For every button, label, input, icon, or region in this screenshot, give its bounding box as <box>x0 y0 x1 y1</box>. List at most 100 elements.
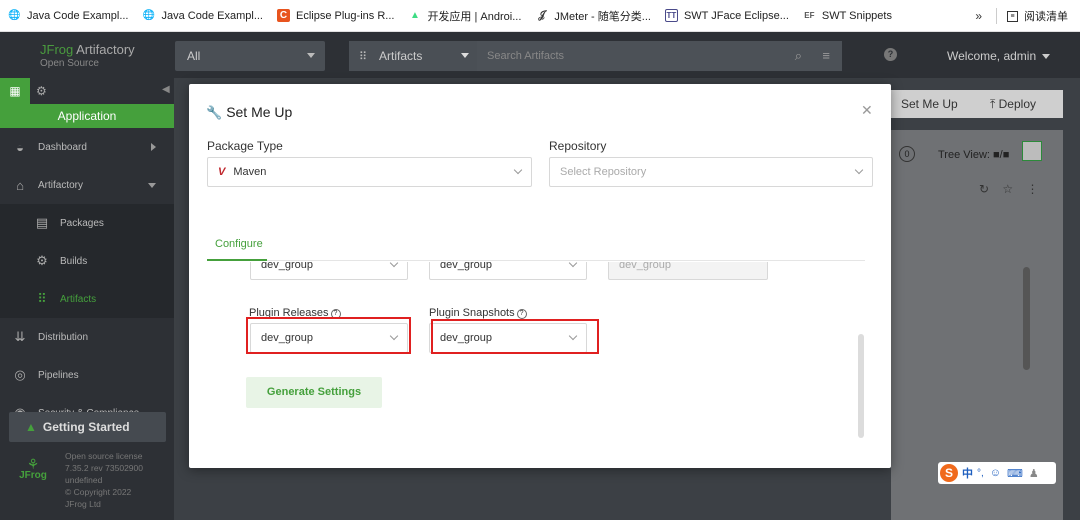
sidebar: ▦ ⚙ ◀ Application ◒ Dashboard ⌂ Artifact… <box>0 78 174 520</box>
bookmark-label: JMeter - 随笔分类... <box>554 10 651 23</box>
tt-icon: TT <box>664 9 678 22</box>
deploy-label: Deploy <box>998 97 1036 111</box>
tree-view-icon[interactable] <box>1022 141 1042 161</box>
user-menu[interactable]: Welcome, admin <box>947 49 1051 63</box>
bookmark-swt-jface[interactable]: TT SWT JFace Eclipse... <box>664 0 789 32</box>
brand-logo[interactable]: JFrog Artifactory Open Source <box>40 42 135 69</box>
modal-scrollbar[interactable] <box>858 334 864 438</box>
chevron-down-icon <box>568 262 578 268</box>
close-icon[interactable]: ✕ <box>861 102 873 119</box>
search-icon[interactable]: ⌕ <box>795 48 802 64</box>
brand-jfrog: JFrog <box>40 42 74 57</box>
package-type-label: Package Type <box>207 139 283 153</box>
chevron-down-icon <box>307 53 315 58</box>
bookmark-label: SWT Snippets <box>821 9 892 22</box>
set-me-up-modal: 🔧 Set Me Up ✕ Package Type V Maven Reposit… <box>189 84 891 468</box>
tab-divider <box>207 260 865 261</box>
globe-icon: 🌐 <box>8 10 21 21</box>
help-icon[interactable]: ? <box>516 309 527 319</box>
admin-tab-icon[interactable]: ⚙ <box>36 84 47 98</box>
android-icon: ▲ <box>409 10 420 21</box>
bookmark-label: SWT JFace Eclipse... <box>683 9 789 22</box>
ime-punct-toggle[interactable]: °, <box>977 468 984 479</box>
keyboard-icon[interactable]: ⌨ <box>1007 467 1023 480</box>
filter-icon[interactable]: ≡ <box>822 48 830 63</box>
upload-icon: ⤒ <box>990 97 999 111</box>
tree-view-label: Tree View: ■/■ <box>938 149 1010 161</box>
sidebar-item-label: Builds <box>60 255 88 267</box>
repo-select-releases[interactable]: dev_group <box>250 262 408 280</box>
repo-select-snapshots[interactable]: dev_group <box>429 262 587 280</box>
rocket-icon: ▲ <box>25 420 37 434</box>
tree-scrollbar[interactable] <box>1023 267 1030 370</box>
bookmark-java-code-1[interactable]: 🌐 Java Code Exampl... <box>8 0 128 32</box>
license-info: ⚘ JFrog Open source license 7.35.2 rev 73… <box>18 450 168 510</box>
star-icon[interactable]: ☆ <box>1002 182 1013 196</box>
scope-select[interactable]: All <box>175 41 325 71</box>
select-value: dev_group <box>261 262 313 271</box>
skin-icon[interactable]: ♟ <box>1029 467 1039 480</box>
repository-dropdown[interactable]: Select Repository <box>549 157 873 187</box>
sidebar-item-packages[interactable]: ▤ Packages <box>0 204 174 242</box>
collapse-sidebar-icon[interactable]: ◀ <box>162 84 170 95</box>
repository-placeholder: Select Repository <box>560 166 647 178</box>
getting-started-button[interactable]: ▲ Getting Started <box>9 412 166 442</box>
deploy-button[interactable]: ⤒ Deploy <box>970 90 1063 118</box>
bookmark-android[interactable]: ▲ 开发应用 | Androi... <box>408 0 521 32</box>
sidebar-item-builds[interactable]: ⚙ Builds <box>0 242 174 280</box>
repo-select-mirror[interactable]: dev_group <box>608 262 768 280</box>
chevron-down-icon <box>148 183 156 188</box>
refresh-icon[interactable]: ↻ <box>979 182 989 196</box>
configure-scroll-area: dev_group dev_group dev_group Plugin Rel… <box>189 262 891 437</box>
bookmark-label: 开发应用 | Androi... <box>427 10 522 23</box>
more-vertical-icon[interactable]: ⋮ <box>1027 182 1039 196</box>
ime-mode-toggle[interactable]: 中 <box>962 465 973 481</box>
generate-settings-button[interactable]: Generate Settings <box>246 377 382 408</box>
bookmarks-bar: 🌐 Java Code Exampl... 🌐 Java Code Exampl… <box>0 0 1080 32</box>
sidebar-item-label: Artifacts <box>60 293 97 305</box>
bookmark-jmeter[interactable]: 𝒥 JMeter - 随笔分类... <box>535 0 651 32</box>
jmeter-icon: 𝒥 <box>538 10 546 21</box>
set-me-up-label: Set Me Up <box>901 97 958 111</box>
chevron-down-icon <box>389 262 399 268</box>
bookmark-java-code-2[interactable]: 🌐 Java Code Exampl... <box>143 0 263 32</box>
chevron-down-icon <box>1042 54 1051 60</box>
bookmark-swt-snippets[interactable]: EF SWT Snippets <box>803 0 892 32</box>
artifactory-icon: ⌂ <box>16 177 24 193</box>
package-select-value: Artifacts <box>379 49 423 63</box>
search-input[interactable]: Search Artifacts ⌕ ≡ <box>477 41 842 71</box>
help-icon[interactable]: ? <box>884 48 897 61</box>
set-me-up-button[interactable]: Set Me Up <box>891 90 970 118</box>
brand-product: Artifactory <box>73 42 135 57</box>
sidebar-item-pipelines[interactable]: ◎ Pipelines <box>0 356 174 394</box>
sidebar-item-artifactory[interactable]: ⌂ Artifactory <box>0 166 174 204</box>
application-tab-icon[interactable]: ▦ <box>0 78 30 104</box>
top-navbar: JFrog Artifactory Open Source All ⠿ Arti… <box>0 32 1080 78</box>
artifacts-tree-icon: ⠿ <box>37 291 47 306</box>
tab-configure[interactable]: Configure <box>215 238 263 250</box>
search-placeholder: Search Artifacts <box>487 50 565 62</box>
package-type-dropdown[interactable]: V Maven <box>207 157 532 187</box>
getting-started-label: Getting Started <box>42 420 130 434</box>
highlight-box <box>246 317 411 354</box>
bookmark-label: Eclipse Plug-ins R... <box>296 9 395 22</box>
tree-actions: ↻ ☆ ⋮ <box>979 182 1039 196</box>
sidebar-item-artifacts[interactable]: ⠿ Artifacts <box>0 280 174 318</box>
bookmark-eclipse-plugins[interactable]: C Eclipse Plug-ins R... <box>277 0 394 32</box>
chevron-down-icon <box>461 53 469 58</box>
distribution-icon: ⇊ <box>14 329 26 344</box>
reading-list-button[interactable]: ≡ 阅读清单 <box>996 8 1068 24</box>
ime-toolbar[interactable]: S 中 °, ☺ ⌨ ♟ <box>938 462 1056 484</box>
highlight-box <box>431 319 599 354</box>
sogou-logo-icon[interactable]: S <box>940 464 958 482</box>
modal-title: 🔧 Set Me Up <box>206 104 292 121</box>
package-type-select[interactable]: ⠿ Artifacts <box>349 41 477 71</box>
more-bookmarks-button[interactable]: » <box>975 9 982 23</box>
sidebar-item-distribution[interactable]: ⇊ Distribution <box>0 318 174 356</box>
list-view-icon[interactable]: ■/■ <box>993 149 1009 161</box>
sidebar-item-dashboard[interactable]: ◒ Dashboard <box>0 128 174 166</box>
chevron-right-icon <box>151 143 156 151</box>
emoji-icon[interactable]: ☺ <box>990 467 1001 479</box>
license-line: undefined <box>65 475 103 485</box>
license-line: JFrog Ltd <box>65 499 101 509</box>
